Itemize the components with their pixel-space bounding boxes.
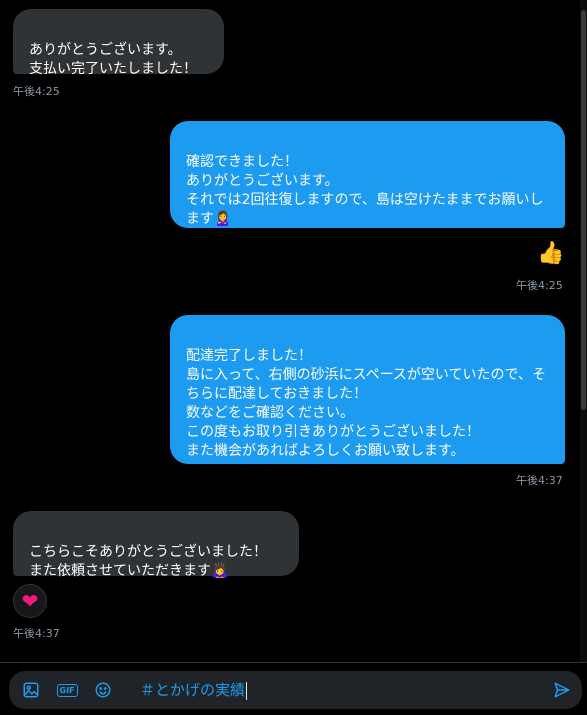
message-input[interactable]: ＃とかげの実績 xyxy=(140,680,248,700)
message-timestamp: 午後4:37 xyxy=(13,627,60,640)
message-text: 確認できました！ ありがとうございます。 それでは2回往復しますので、島は空けた… xyxy=(186,154,544,227)
message-timestamp: 午後4:37 xyxy=(516,474,563,487)
send-icon[interactable] xyxy=(552,680,572,700)
conversation-thread: ありがとうございます。 支払い完了いたしました！ 午後4:25 確認できました！… xyxy=(0,0,587,662)
message-timestamp: 午後4:25 xyxy=(516,279,563,292)
heart-reaction-icon[interactable]: ❤ xyxy=(13,584,47,618)
message-text: こちらこそありがとうございました！ また依頼させていただきます🙇‍♀️ xyxy=(29,544,267,579)
thumbs-up-reaction[interactable]: 👍 xyxy=(537,243,564,265)
emoji-icon[interactable] xyxy=(93,680,113,700)
scrollbar-thumb[interactable] xyxy=(581,10,586,410)
sent-message-bubble[interactable]: 配達完了しました！ 島に入って、右側の砂浜にスペースが空いていたので、そちらに配… xyxy=(170,315,565,464)
text-caret xyxy=(246,681,248,700)
message-input-text: ＃とかげの実績 xyxy=(140,681,246,699)
message-text: ありがとうございます。 支払い完了いたしました！ xyxy=(29,42,197,77)
received-message-bubble[interactable]: ありがとうございます。 支払い完了いたしました！ xyxy=(13,9,224,77)
received-message-bubble[interactable]: こちらこそありがとうございました！ また依頼させていただきます🙇‍♀️ xyxy=(13,511,299,579)
message-text: 配達完了しました！ 島に入って、右側の砂浜にスペースが空いていたので、そちらに配… xyxy=(186,348,546,459)
sent-message-bubble[interactable]: 確認できました！ ありがとうございます。 それでは2回往復しますので、島は空けた… xyxy=(170,121,565,228)
gif-icon[interactable]: GIF xyxy=(56,680,78,700)
message-timestamp: 午後4:25 xyxy=(13,85,60,98)
message-composer: GIF ＃とかげの実績 xyxy=(0,662,587,715)
scrollbar[interactable] xyxy=(580,0,587,662)
image-icon[interactable] xyxy=(21,680,41,700)
composer-box: GIF ＃とかげの実績 xyxy=(9,671,582,709)
